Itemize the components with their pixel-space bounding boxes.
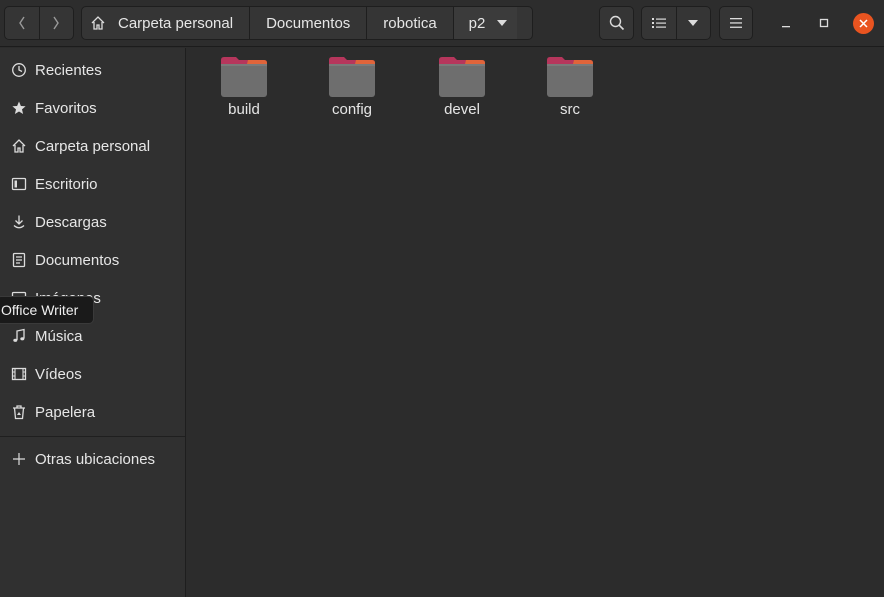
breadcrumb-label: Documentos [266, 14, 351, 32]
hamburger-icon [730, 18, 742, 28]
maximize-button[interactable] [814, 13, 834, 33]
menu-button[interactable] [719, 6, 753, 40]
download-icon [10, 213, 28, 231]
close-button[interactable] [853, 13, 874, 34]
sidebar-item-label: Otras ubicaciones [35, 450, 156, 468]
sidebar-item-label: Documentos [35, 251, 120, 269]
folder-icon [221, 57, 267, 97]
sidebar-item-carpeta-personal[interactable]: Carpeta personal [0, 127, 185, 165]
desktop-icon [10, 175, 28, 193]
sidebar-divider [0, 436, 185, 437]
breadcrumb-label: robotica [383, 14, 437, 32]
sidebar-item-otras-ubicaciones[interactable]: Otras ubicaciones [0, 440, 185, 478]
file-name: src [560, 101, 580, 118]
sidebar-item-recientes[interactable]: Recientes [0, 51, 185, 89]
folder-item-config[interactable]: config [307, 56, 397, 126]
video-icon [10, 365, 28, 383]
sidebar-item-label: Música [35, 327, 83, 345]
path-bar: Carpeta personal Documentos robotica p2 [81, 6, 533, 40]
sidebar-item-descargas[interactable]: Descargas [0, 203, 185, 241]
folder-item-build[interactable]: build [199, 56, 289, 126]
breadcrumb-label: p2 [468, 14, 486, 32]
list-view-button[interactable] [642, 7, 676, 39]
close-icon [859, 19, 868, 28]
view-options-group [641, 6, 711, 40]
triangle-down-icon [688, 20, 699, 26]
folder-icon [439, 57, 485, 97]
view-dropdown-button[interactable] [675, 7, 710, 39]
clock-icon [10, 61, 28, 79]
tooltip-text: Office Writer [1, 302, 79, 318]
file-name: config [331, 101, 373, 118]
folder-item-devel[interactable]: devel [417, 56, 507, 126]
plus-icon [10, 450, 28, 468]
home-icon [10, 137, 28, 155]
sidebar-item-escritorio[interactable]: Escritorio [0, 165, 185, 203]
search-icon [609, 15, 624, 31]
star-icon [10, 99, 28, 117]
back-button[interactable] [5, 7, 39, 39]
trash-icon [10, 403, 28, 421]
file-name: devel [444, 101, 480, 118]
sidebar-item-label: Escritorio [35, 175, 98, 193]
music-icon [10, 327, 28, 345]
sidebar-item-label: Favoritos [35, 99, 97, 117]
sidebar-item-videos[interactable]: Vídeos [0, 355, 185, 393]
chevron-right-icon [53, 16, 60, 30]
triangle-down-icon [497, 20, 508, 26]
sidebar-item-favoritos[interactable]: Favoritos [0, 89, 185, 127]
sidebar-item-label: Vídeos [35, 365, 82, 383]
home-icon [91, 16, 105, 30]
breadcrumb-label: Carpeta personal [118, 14, 234, 32]
file-view: build config devel src [186, 48, 884, 597]
folder-icon [329, 57, 375, 97]
maximize-icon [819, 18, 829, 28]
breadcrumb-p2[interactable]: p2 [453, 7, 518, 39]
breadcrumb-carpeta-personal[interactable]: Carpeta personal [82, 7, 251, 39]
chevron-left-icon [19, 16, 25, 30]
sidebar-item-label: Carpeta personal [35, 137, 151, 155]
folder-icon [547, 57, 593, 97]
navigation-buttons [4, 6, 74, 40]
tooltip: Office Writer [0, 296, 94, 324]
breadcrumb-documentos[interactable]: Documentos [250, 7, 368, 39]
minimize-button[interactable] [776, 13, 796, 33]
forward-button[interactable] [38, 7, 73, 39]
file-name: build [228, 101, 260, 118]
sidebar-item-papelera[interactable]: Papelera [0, 393, 185, 431]
header-bar: Carpeta personal Documentos robotica p2 [0, 0, 884, 47]
list-view-icon [651, 18, 666, 28]
folder-item-src[interactable]: src [525, 56, 615, 126]
breadcrumb-robotica[interactable]: robotica [367, 7, 454, 39]
minimize-icon [782, 26, 790, 28]
sidebar-item-label: Recientes [35, 61, 102, 79]
sidebar-item-label: Descargas [35, 213, 107, 231]
sidebar-item-documentos[interactable]: Documentos [0, 241, 185, 279]
search-button[interactable] [599, 6, 634, 40]
document-icon [10, 251, 28, 269]
sidebar-item-label: Papelera [35, 403, 96, 421]
